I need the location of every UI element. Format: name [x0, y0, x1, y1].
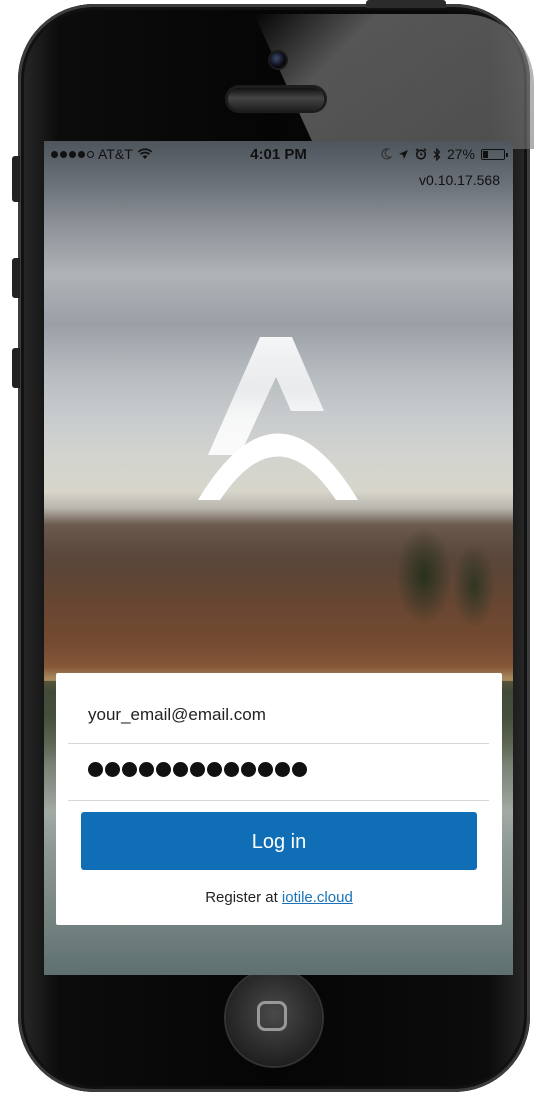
bezel-glare [254, 14, 534, 149]
email-field[interactable] [88, 687, 478, 743]
email-field-row [68, 687, 489, 744]
password-mask-dot [105, 762, 120, 777]
password-mask-dot [258, 762, 273, 777]
earpiece-speaker [228, 88, 324, 110]
battery-fill [483, 150, 488, 158]
power-button [366, 0, 446, 8]
home-square-icon [257, 1001, 287, 1031]
volume-down-button [12, 348, 20, 388]
alarm-icon [415, 148, 427, 160]
password-mask-dot [190, 762, 205, 777]
password-mask-dot [139, 762, 154, 777]
battery-icon [481, 148, 508, 160]
home-button[interactable] [226, 970, 322, 1066]
version-label: v0.10.17.568 [419, 172, 500, 188]
battery-percent: 27% [446, 146, 475, 162]
location-arrow-icon [398, 149, 408, 159]
password-mask-dot [173, 762, 188, 777]
status-bar: AT&T 4:01 PM 27% [44, 141, 513, 167]
password-mask-dot [122, 762, 137, 777]
password-mask-dot [156, 762, 171, 777]
volume-up-button [12, 258, 20, 298]
password-mask-dot [292, 762, 307, 777]
mute-switch [12, 156, 20, 202]
arch-a-logo [198, 337, 358, 500]
password-mask-dot [88, 762, 103, 777]
background-trees [44, 516, 513, 676]
password-mask-dot [224, 762, 239, 777]
battery-nub [506, 152, 508, 157]
moon-icon [381, 148, 392, 160]
password-field-row[interactable] [68, 744, 489, 801]
login-button[interactable]: Log in [81, 812, 477, 870]
password-mask-dot [207, 762, 222, 777]
app-screen: AT&T 4:01 PM 27% v0.10.17.568 your_email… [44, 141, 513, 975]
bluetooth-icon [433, 147, 441, 161]
register-prefix: Register at [205, 889, 282, 906]
password-field[interactable] [88, 762, 307, 777]
login-card: Log in Register at iotile.cloud [56, 673, 502, 925]
password-mask-dot [275, 762, 290, 777]
register-link[interactable]: iotile.cloud [282, 889, 353, 906]
register-text: Register at iotile.cloud [56, 889, 502, 906]
status-right: 27% [381, 146, 508, 162]
password-mask-dot [241, 762, 256, 777]
front-camera [268, 50, 288, 70]
